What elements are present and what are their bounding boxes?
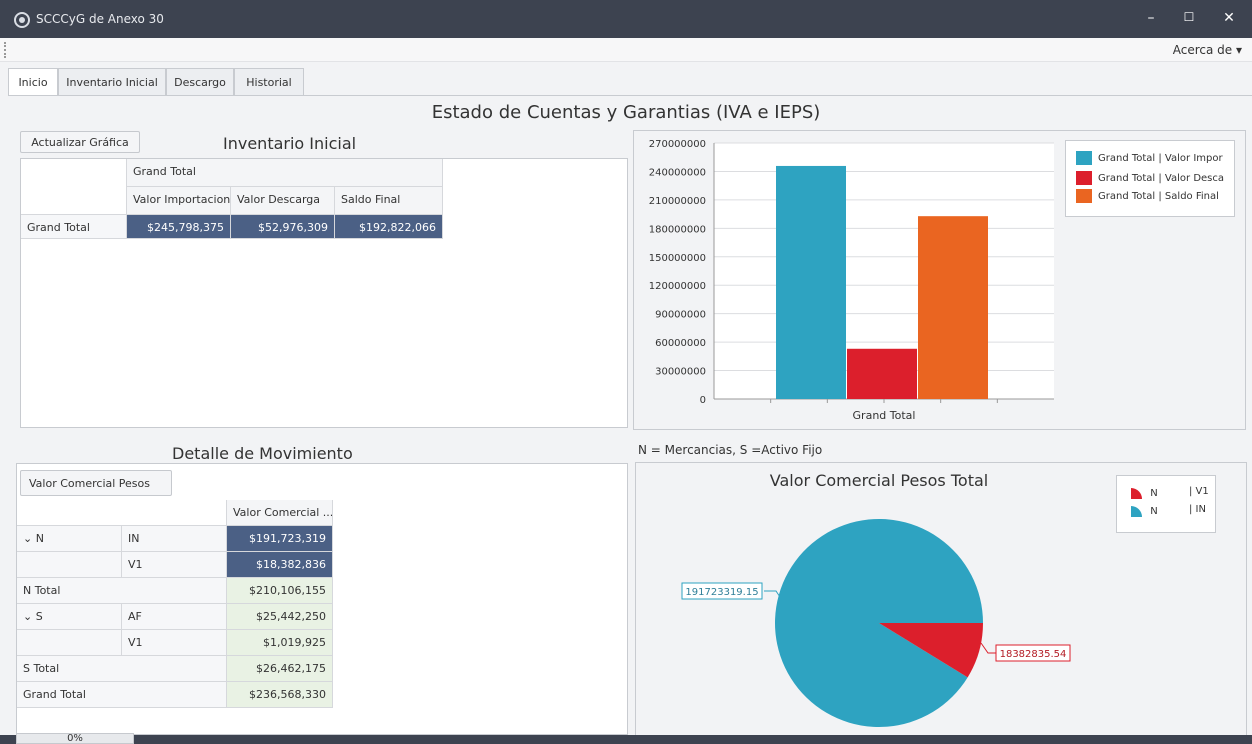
row-subgroup-label[interactable]: AF: [122, 604, 227, 630]
app-logo-icon: [14, 12, 30, 28]
close-button[interactable]: ✕: [1214, 10, 1244, 26]
y-tick-label: 240000000: [649, 167, 706, 178]
legend-swatch-blue: [1076, 151, 1092, 165]
detalle-pivot-grid[interactable]: Valor Comercial Pesos Valor Comercial ..…: [16, 463, 628, 735]
bar-1: [847, 348, 917, 399]
column-valor-comercial[interactable]: Valor Comercial ...: [227, 500, 333, 526]
legend-label: Grand Total | Saldo Final: [1098, 191, 1219, 202]
tab-inventario-inicial[interactable]: Inventario Inicial: [58, 68, 166, 96]
legend-label: N: [1150, 506, 1158, 517]
row-subgroup-label[interactable]: V1: [122, 630, 227, 656]
legend-swatch-orange: [1076, 189, 1092, 203]
minimize-button[interactable]: –: [1136, 10, 1166, 26]
y-tick-label: 210000000: [649, 196, 706, 207]
row-group-label[interactable]: [17, 552, 122, 578]
detalle-corner-cell: [17, 500, 227, 526]
bar-2: [918, 216, 988, 399]
page-title: Estado de Cuentas y Garantias (IVA e IEP…: [431, 102, 821, 123]
legend-swatch-red: [1076, 171, 1092, 185]
pie-chart-panel: Valor Comercial Pesos Total 191723319.15…: [635, 462, 1247, 736]
legend-item-valor-importacion: Grand Total | Valor Impor: [1076, 151, 1234, 165]
legend-label: | IN: [1189, 504, 1206, 515]
app-title: SCCCyG de Anexo 30: [36, 12, 164, 26]
cell-valor-descarga[interactable]: $52,976,309: [231, 215, 335, 239]
y-tick-label: 30000000: [655, 367, 706, 378]
legend-label: Grand Total | Valor Desca: [1098, 173, 1225, 184]
pie-label-big: 191723319.15: [685, 587, 758, 598]
pie-label-small: 18382835.54: [1000, 649, 1067, 660]
y-tick-label: 60000000: [655, 338, 706, 349]
about-menu[interactable]: Acerca de ▾: [1173, 43, 1242, 57]
title-bar: SCCCyG de Anexo 30 – ☐ ✕: [0, 0, 1252, 38]
pie-chart-legend: N | V1 N | IN: [1116, 475, 1216, 533]
y-tick-label: 180000000: [649, 224, 706, 235]
bar-chart-legend: Grand Total | Valor Impor Grand Total | …: [1065, 140, 1235, 217]
y-tick-label: 150000000: [649, 253, 706, 264]
row-value-cell[interactable]: $25,442,250: [227, 604, 333, 630]
status-bar: [0, 735, 1252, 744]
column-valor-importacion[interactable]: Valor Importacion: [127, 187, 231, 215]
row-value-cell[interactable]: $191,723,319: [227, 526, 333, 552]
row-group-label[interactable]: ⌄ S: [17, 604, 122, 630]
legend-label: N: [1150, 488, 1158, 499]
column-saldo-final[interactable]: Saldo Final: [335, 187, 443, 215]
row-value-cell[interactable]: $18,382,836: [227, 552, 333, 578]
row-total-label[interactable]: Grand Total: [17, 682, 227, 708]
row-group-label[interactable]: ⌄ N: [17, 526, 122, 552]
row-value-cell[interactable]: $26,462,175: [227, 656, 333, 682]
valor-comercial-field-button[interactable]: Valor Comercial Pesos: [20, 470, 172, 496]
pie-slice-red-icon: [1131, 488, 1142, 499]
legend-label: | V1: [1189, 486, 1209, 497]
detalle-title: Detalle de Movimiento: [172, 444, 353, 463]
legend-item-saldo-final: Grand Total | Saldo Final: [1076, 189, 1234, 203]
y-tick-label: 90000000: [655, 310, 706, 321]
row-total-label[interactable]: N Total: [17, 578, 227, 604]
y-tick-label: 120000000: [649, 281, 706, 292]
menu-bar: Acerca de ▾: [0, 38, 1252, 62]
row-group-label[interactable]: [17, 630, 122, 656]
bar-0: [776, 165, 846, 399]
y-tick-label: 270000000: [649, 139, 706, 150]
row-value-cell[interactable]: $236,568,330: [227, 682, 333, 708]
refresh-chart-button[interactable]: Actualizar Gráfica: [20, 131, 140, 153]
cell-saldo-final[interactable]: $192,822,066: [335, 215, 443, 239]
legend-label: Grand Total | Valor Impor: [1098, 153, 1223, 164]
progress-indicator: 0%: [16, 733, 134, 744]
grand-total-row-label[interactable]: Grand Total: [21, 215, 127, 239]
grand-total-header[interactable]: Grand Total: [127, 159, 443, 187]
pie-label-leader-small: [980, 642, 996, 654]
row-value-cell[interactable]: $1,019,925: [227, 630, 333, 656]
column-valor-descarga[interactable]: Valor Descarga: [231, 187, 335, 215]
pie-legend-item-v1: N | V1: [1129, 486, 1213, 500]
legend-item-valor-descarga: Grand Total | Valor Desca: [1076, 171, 1234, 185]
y-tick-label: 0: [700, 395, 706, 406]
maximize-button[interactable]: ☐: [1174, 10, 1204, 24]
tab-descargo[interactable]: Descargo: [166, 68, 234, 96]
inventario-title: Inventario Inicial: [223, 134, 357, 153]
toolbar-grip-icon[interactable]: [4, 42, 6, 58]
cell-valor-importacion[interactable]: $245,798,375: [127, 215, 231, 239]
tab-inicio[interactable]: Inicio: [8, 68, 58, 97]
pivot-corner-cell: [21, 159, 127, 215]
pie-legend-item-in: N | IN: [1129, 504, 1213, 518]
pie-legend-note: N = Mercancias, S =Activo Fijo: [638, 443, 823, 457]
row-subgroup-label[interactable]: V1: [122, 552, 227, 578]
row-value-cell[interactable]: $210,106,155: [227, 578, 333, 604]
inventario-pivot-grid[interactable]: Grand Total Valor Importacion Valor Desc…: [20, 158, 628, 428]
tab-historial[interactable]: Historial: [234, 68, 304, 96]
row-subgroup-label[interactable]: IN: [122, 526, 227, 552]
row-total-label[interactable]: S Total: [17, 656, 227, 682]
x-axis-label: Grand Total: [853, 409, 916, 422]
pie-slice-blue-icon: [1131, 506, 1142, 517]
